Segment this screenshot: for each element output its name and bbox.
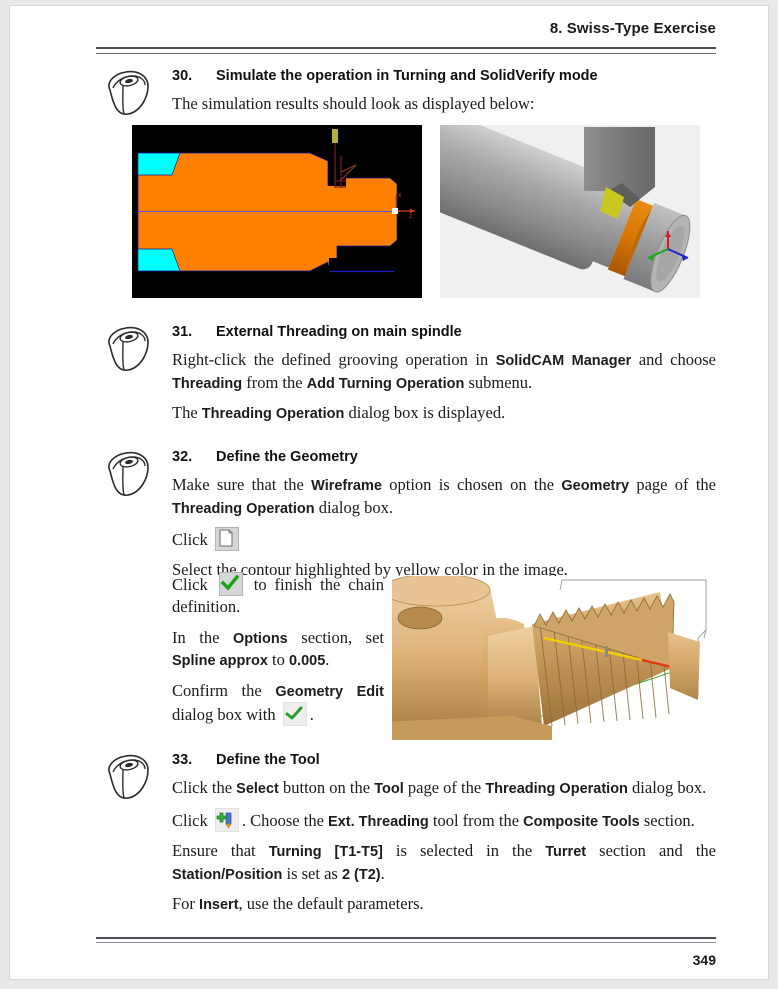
step-31-number: 31. — [172, 324, 193, 340]
emphasis-text: Station/Position — [172, 866, 283, 883]
emphasis-text: 0.005 — [288, 653, 326, 670]
step-33-paragraph-3: Ensure that Turning [T1-T5] is selected … — [172, 841, 716, 883]
step-31-heading: 31. External Threading on main spindle — [172, 324, 716, 340]
mouse-icon — [100, 68, 156, 118]
click-label: Click — [172, 530, 208, 550]
step-31-title: External Threading on main spindle — [216, 324, 462, 340]
footer-divider — [96, 937, 716, 943]
emphasis-text: Turret — [545, 844, 587, 861]
emphasis-text: SolidCAM Manager — [495, 353, 632, 369]
step-33-body: 33. Define the Tool Click the Select butt… — [172, 752, 716, 924]
svg-text:X: X — [398, 193, 402, 199]
step-33-paragraph-4: For Insert, use the default parameters. — [172, 894, 424, 914]
emphasis-text: Wireframe — [311, 478, 382, 494]
emphasis-text: Ext. Threading — [328, 813, 429, 830]
header-divider — [96, 47, 716, 54]
emphasis-text: 2 (T2) — [341, 866, 381, 883]
step-32-click-row-2: Click to finish the chain definition. — [172, 572, 384, 619]
step-30-title: Simulate the operation in Turning and So… — [216, 68, 598, 84]
emphasis-text: Insert — [199, 897, 239, 914]
page-content: 8. Swiss-Type Exercise 30. Simulate the o… — [96, 6, 716, 979]
mouse-icon — [100, 752, 156, 802]
emphasis-text: Threading Operation — [201, 406, 345, 423]
step-33-paragraph-1: Click the Select button on the Tool page… — [172, 778, 707, 797]
step-30-intro: The simulation results should look as di… — [172, 94, 535, 113]
step-30-heading: 30. Simulate the operation in Turning and… — [172, 68, 716, 84]
mouse-icon — [100, 449, 156, 499]
step-31-paragraph-2: The Threading Operation dialog box is di… — [172, 403, 506, 423]
figure-turning-simulation: X Z — [132, 125, 422, 298]
step-32-body: 32. Define the Geometry Make sure that th… — [172, 449, 716, 590]
step-32-number: 32. — [172, 449, 193, 465]
step-31-body: 31. External Threading on main spindle Ri… — [172, 324, 716, 433]
add-tool-icon[interactable] — [214, 807, 239, 832]
emphasis-text: Turning [T1-T5] — [268, 844, 383, 861]
emphasis-text: Threading Operation — [172, 500, 315, 517]
step-32-title: Define the Geometry — [216, 449, 358, 465]
step-32-confirm-end: . — [309, 705, 314, 725]
emphasis-text: Spline approx — [172, 653, 268, 670]
emphasis-text: Select — [236, 781, 279, 797]
step-33-click-row: Click . Choose the Ext. Threading tool f… — [172, 807, 716, 833]
step-31-paragraph-1: Right-click the defined grooving operati… — [172, 350, 716, 392]
step-32-left-column: Click to finish the chain definition. In… — [172, 572, 384, 734]
emphasis-text: Add Turning Operation — [306, 375, 465, 392]
green-check-icon[interactable] — [218, 572, 243, 596]
document-page: 8. Swiss-Type Exercise 30. Simulate the o… — [10, 6, 768, 979]
emphasis-text: Geometry — [561, 478, 630, 494]
green-check-icon[interactable] — [282, 702, 307, 727]
step-32-paragraph-5: Confirm the Geometry Edit dialog box wit… — [172, 680, 384, 727]
figure-threading-geometry-model — [392, 576, 716, 740]
step-33-heading: 33. Define the Tool — [172, 752, 716, 768]
page-number: 349 — [692, 952, 716, 968]
emphasis-text: Composite Tools — [523, 813, 640, 830]
step-32-click-row-1: Click — [172, 527, 716, 552]
step-33-paragraph-2: . Choose the Ext. Threading tool from th… — [241, 810, 695, 830]
click-label: Click — [172, 810, 208, 830]
figure-solidverify-simulation — [440, 125, 700, 298]
step-32-paragraph-1: Make sure that the Wireframe option is c… — [172, 475, 716, 517]
step-32-confirm-text: Confirm the Geometry Edit dialog box wit… — [172, 680, 385, 725]
svg-text:Z: Z — [409, 214, 413, 220]
step-32-heading: 32. Define the Geometry — [172, 449, 716, 465]
emphasis-text: Threading — [172, 375, 243, 392]
step-30-number: 30. — [172, 68, 193, 84]
emphasis-text: Geometry Edit — [275, 683, 385, 700]
emphasis-text: Tool — [374, 781, 404, 797]
step-33-title: Define the Tool — [216, 752, 320, 768]
click-label: Click — [172, 575, 208, 594]
emphasis-text: Options — [232, 630, 288, 647]
step-32-paragraph-4: In the Options section, set Spline appro… — [172, 627, 384, 670]
step-30-body: 30. Simulate the operation in Turning and… — [172, 68, 716, 123]
page-document-icon[interactable] — [214, 527, 239, 552]
page-header-title: 8. Swiss-Type Exercise — [549, 20, 716, 37]
step-33-number: 33. — [172, 752, 193, 768]
emphasis-text: Threading Operation — [485, 781, 628, 797]
mouse-icon — [100, 324, 156, 374]
